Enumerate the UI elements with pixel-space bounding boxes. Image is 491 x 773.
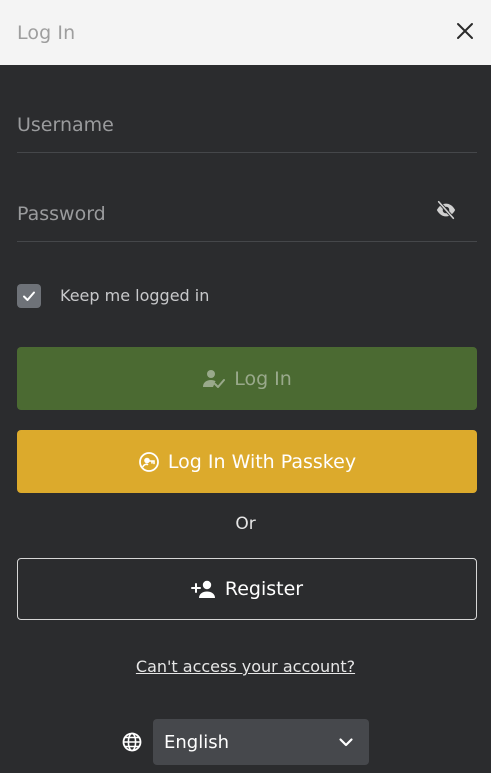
language-select[interactable]: English — [153, 719, 369, 765]
chevron-down-icon — [337, 733, 355, 751]
language-select-value: English — [164, 731, 229, 753]
modal-title: Log In — [17, 21, 76, 44]
register-button[interactable]: Register — [17, 558, 477, 620]
register-button-label: Register — [224, 578, 304, 600]
keep-logged-in-checkbox[interactable] — [17, 283, 41, 308]
username-field-container — [17, 97, 477, 153]
cant-access-link[interactable]: Can't access your account? — [136, 657, 355, 676]
user-check-icon — [202, 368, 226, 390]
user-plus-icon — [190, 579, 217, 599]
language-selector-row: English — [121, 719, 369, 765]
passkey-login-button[interactable]: Log In With Passkey — [17, 430, 477, 493]
globe-icon — [121, 731, 143, 753]
login-button-label: Log In — [234, 367, 292, 390]
passkey-icon — [138, 451, 160, 473]
or-divider-text: Or — [235, 514, 256, 534]
eye-off-icon[interactable] — [435, 199, 457, 221]
login-button[interactable]: Log In — [17, 347, 477, 410]
keep-logged-in-label: Keep me logged in — [60, 286, 210, 305]
username-input[interactable] — [17, 97, 477, 152]
passkey-button-label: Log In With Passkey — [167, 450, 357, 473]
modal-header: Log In — [0, 0, 491, 65]
check-icon — [23, 291, 35, 301]
cant-access-container: Can't access your account? — [0, 657, 491, 676]
password-field-container — [17, 186, 477, 242]
close-icon[interactable] — [455, 21, 475, 41]
keep-logged-in-row: Keep me logged in — [17, 283, 209, 308]
password-input[interactable] — [17, 186, 477, 241]
